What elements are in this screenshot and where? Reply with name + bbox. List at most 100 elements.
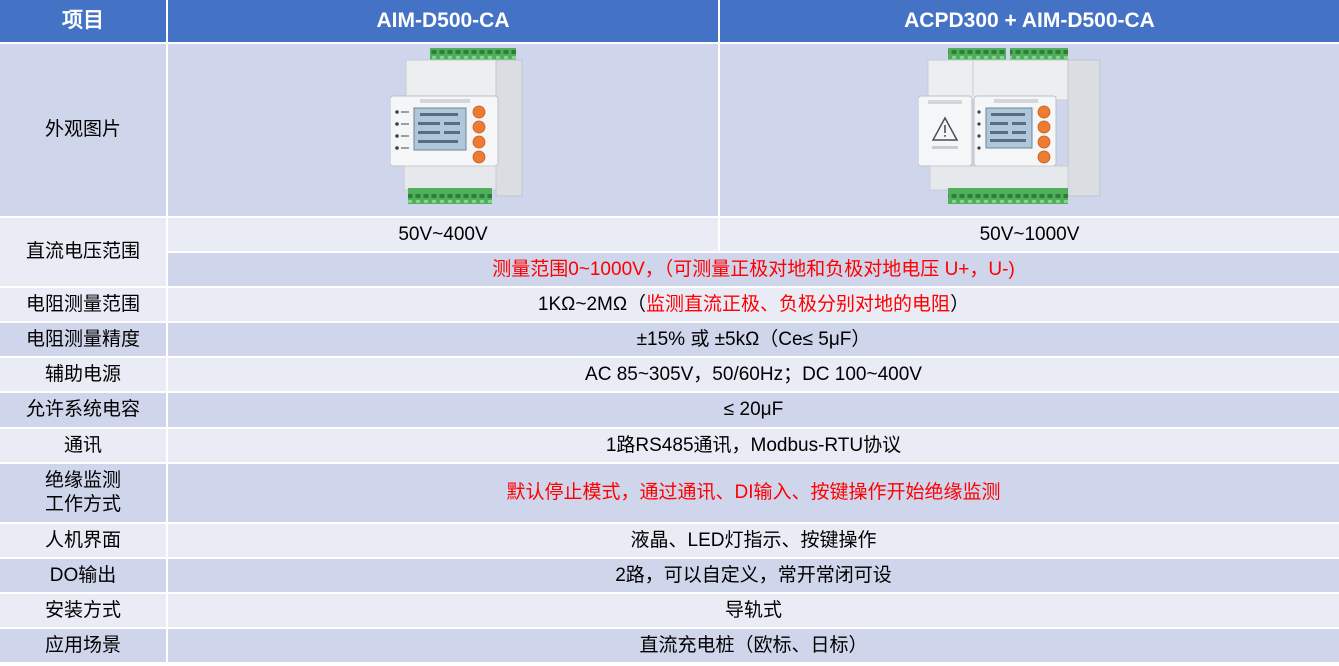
installation-label-cell: 安装方式 xyxy=(0,594,166,627)
led-label xyxy=(401,135,409,137)
header-item: 项目 xyxy=(0,0,166,42)
communication-value: 1路RS485通讯，Modbus-RTU协议 xyxy=(605,434,902,456)
bottom-terminal-block xyxy=(948,188,1068,204)
lcd-text-line xyxy=(418,140,458,143)
lcd-text-line xyxy=(444,122,460,125)
led-indicator xyxy=(977,122,981,126)
front-panel-title-strip xyxy=(994,99,1038,103)
lcd-text-line xyxy=(990,131,1008,134)
resistance-range-label: 电阻测量范围 xyxy=(25,293,140,315)
appearance-model-a-cell xyxy=(168,44,718,216)
top-terminal-slots xyxy=(948,48,1006,61)
dc-voltage-model-a: 50V~400V xyxy=(398,223,488,245)
do-output-value-cell: 2路，可以自定义，常开常闭可设 xyxy=(168,559,1339,592)
installation-value-cell: 导轨式 xyxy=(168,594,1339,627)
resistance-range-value-prefix: 1KΩ~2MΩ（ xyxy=(537,293,647,315)
lcd-text-line xyxy=(990,139,1026,142)
top-terminal-slots xyxy=(430,48,516,61)
button-orange xyxy=(472,135,486,149)
installation-label: 安装方式 xyxy=(44,599,121,621)
led-indicator xyxy=(977,134,981,138)
led-indicator xyxy=(977,110,981,114)
housing-lower xyxy=(929,165,1069,191)
bottom-terminal-slots xyxy=(948,188,1068,204)
hmi-label: 人机界面 xyxy=(44,529,121,551)
lcd-text-line xyxy=(990,122,1008,125)
bottom-terminal-slots xyxy=(408,188,492,204)
lcd-text-line xyxy=(1012,122,1026,125)
warning-exclamation-dot xyxy=(944,135,946,137)
application-label-cell: 应用场景 xyxy=(0,629,166,662)
lcd-text-line xyxy=(444,131,460,134)
dc-voltage-note-cell: 测量范围0~1000V，（可测量正极对地和负极对地电压 U+，U-) xyxy=(168,253,1339,286)
led-label xyxy=(401,111,409,113)
button-orange xyxy=(1037,120,1051,134)
resistance-accuracy-value-cell: ±15% 或 ±5kΩ（Ce≤ 5μF） xyxy=(168,323,1339,356)
resistance-accuracy-label-cell: 电阻测量精度 xyxy=(0,323,166,356)
system-capacitance-label: 允许系统电容 xyxy=(25,399,140,421)
resistance-range-value-highlight: 监测直流正极、负极分别对地的电阻 xyxy=(646,293,951,315)
button-orange xyxy=(472,105,486,119)
led-indicator xyxy=(395,134,399,138)
do-output-label-cell: DO输出 xyxy=(0,559,166,592)
led-label xyxy=(401,147,409,149)
led-indicator xyxy=(395,110,399,114)
communication-value-cell: 1路RS485通讯，Modbus-RTU协议 xyxy=(168,429,1339,462)
housing-upper xyxy=(927,59,1089,101)
button-orange xyxy=(1037,105,1051,119)
insulation-mode-value: 默认停止模式，通过通讯、DI输入、按键操作开始绝缘监测 xyxy=(506,482,1001,504)
resistance-range-value-cell: 1KΩ~2MΩ（ 监测直流正极、负极分别对地的电阻） xyxy=(168,288,1339,321)
application-label: 应用场景 xyxy=(44,634,121,656)
housing-side xyxy=(1067,59,1101,197)
dc-voltage-note: 测量范围0~1000V，（可测量正极对地和负极对地电压 U+，U-) xyxy=(492,258,1015,280)
dc-voltage-label: 直流电压范围 xyxy=(25,241,140,263)
communication-label-cell: 通讯 xyxy=(0,429,166,462)
system-capacitance-value: ≤ 20μF xyxy=(723,399,784,421)
installation-value: 导轨式 xyxy=(724,599,782,621)
header-item-text: 项目 xyxy=(62,8,104,32)
button-orange xyxy=(472,150,486,164)
housing-lower xyxy=(403,165,497,191)
aux-power-label-cell: 辅助电源 xyxy=(0,358,166,391)
top-terminal-block xyxy=(948,48,1068,61)
dc-voltage-model-b-cell: 50V~1000V xyxy=(720,218,1339,251)
insulation-mode-label-line1: 绝缘监测 xyxy=(44,470,121,492)
header-model-a-text: AIM-D500-CA xyxy=(376,8,510,32)
resistance-accuracy-label: 电阻测量精度 xyxy=(25,328,140,350)
acpd300-title-strip xyxy=(928,100,962,104)
bottom-terminal-block xyxy=(408,188,492,204)
lcd-text-line xyxy=(1012,131,1026,134)
spec-comparison-table: 项目 AIM-D500-CA ACPD300 + AIM-D500-CA 外观图… xyxy=(0,0,1339,662)
led-indicator xyxy=(977,146,981,150)
system-capacitance-value-cell: ≤ 20μF xyxy=(168,393,1339,427)
button-orange xyxy=(1037,135,1051,149)
top-terminal-slots xyxy=(1010,48,1068,61)
aux-power-value: AC 85~305V，50/60Hz；DC 100~400V xyxy=(585,363,922,385)
lcd-text-line xyxy=(991,113,1025,116)
communication-label: 通讯 xyxy=(63,434,102,456)
dc-voltage-model-a-cell: 50V~400V xyxy=(168,218,718,251)
appearance-label: 外观图片 xyxy=(44,119,121,141)
led-indicator xyxy=(395,146,399,150)
button-orange xyxy=(472,120,486,134)
front-panel xyxy=(390,95,499,167)
system-capacitance-label-cell: 允许系统电容 xyxy=(0,393,166,427)
header-model-b-text: ACPD300 + AIM-D500-CA xyxy=(904,8,1155,32)
lcd-text-line xyxy=(418,122,440,125)
do-output-label: DO输出 xyxy=(49,564,117,586)
insulation-mode-value-cell: 默认停止模式，通过通讯、DI输入、按键操作开始绝缘监测 xyxy=(168,464,1339,522)
dc-voltage-label-cell: 直流电压范围 xyxy=(0,218,166,286)
do-output-value: 2路，可以自定义，常开常闭可设 xyxy=(615,564,892,586)
application-value-cell: 直流充电桩（欧标、日标） xyxy=(168,629,1339,662)
resistance-range-value-suffix: ） xyxy=(950,293,970,315)
acpd300-front-panel xyxy=(918,95,973,167)
appearance-label-cell: 外观图片 xyxy=(0,44,166,216)
led-indicator xyxy=(395,122,399,126)
application-value: 直流充电桩（欧标、日标） xyxy=(639,634,868,656)
lcd-text-line xyxy=(420,113,458,116)
header-model-b: ACPD300 + AIM-D500-CA xyxy=(720,0,1339,42)
acpd300-label-strip xyxy=(932,146,958,149)
aim-d500-ca-front-panel xyxy=(973,95,1057,167)
appearance-model-b-cell xyxy=(720,44,1339,216)
hmi-label-cell: 人机界面 xyxy=(0,524,166,557)
